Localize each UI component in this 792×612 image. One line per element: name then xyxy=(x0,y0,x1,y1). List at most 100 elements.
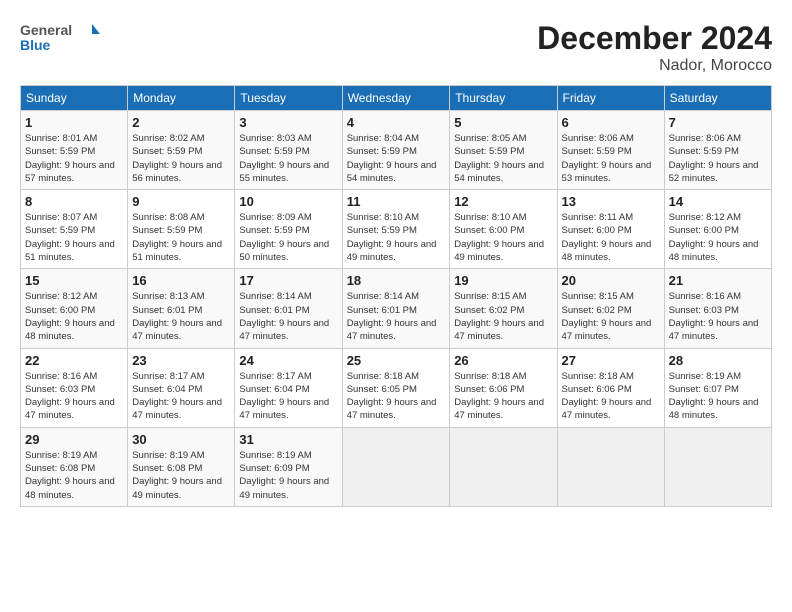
day-number: 15 xyxy=(25,273,123,288)
day-number: 9 xyxy=(132,194,230,209)
day-info: Sunrise: 8:06 AMSunset: 5:59 PMDaylight:… xyxy=(669,132,767,185)
day-number: 11 xyxy=(347,194,446,209)
day-number: 21 xyxy=(669,273,767,288)
day-info: Sunrise: 8:16 AMSunset: 6:03 PMDaylight:… xyxy=(669,290,767,343)
day-number: 22 xyxy=(25,353,123,368)
calendar-cell xyxy=(450,427,557,506)
calendar-cell: 22 Sunrise: 8:16 AMSunset: 6:03 PMDaylig… xyxy=(21,348,128,427)
calendar-cell: 19 Sunrise: 8:15 AMSunset: 6:02 PMDaylig… xyxy=(450,269,557,348)
header: General Blue December 2024 Nador, Morocc… xyxy=(20,20,772,75)
calendar-cell: 3 Sunrise: 8:03 AMSunset: 5:59 PMDayligh… xyxy=(235,111,342,190)
calendar-cell: 5 Sunrise: 8:05 AMSunset: 5:59 PMDayligh… xyxy=(450,111,557,190)
day-info: Sunrise: 8:15 AMSunset: 6:02 PMDaylight:… xyxy=(454,290,552,343)
day-info: Sunrise: 8:06 AMSunset: 5:59 PMDaylight:… xyxy=(562,132,660,185)
day-number: 31 xyxy=(239,432,337,447)
col-tuesday: Tuesday xyxy=(235,86,342,111)
day-info: Sunrise: 8:19 AMSunset: 6:07 PMDaylight:… xyxy=(669,370,767,423)
calendar-cell: 24 Sunrise: 8:17 AMSunset: 6:04 PMDaylig… xyxy=(235,348,342,427)
calendar-cell: 29 Sunrise: 8:19 AMSunset: 6:08 PMDaylig… xyxy=(21,427,128,506)
day-number: 19 xyxy=(454,273,552,288)
day-info: Sunrise: 8:18 AMSunset: 6:06 PMDaylight:… xyxy=(562,370,660,423)
calendar-week-row: 15 Sunrise: 8:12 AMSunset: 6:00 PMDaylig… xyxy=(21,269,772,348)
day-info: Sunrise: 8:14 AMSunset: 6:01 PMDaylight:… xyxy=(347,290,446,343)
day-number: 30 xyxy=(132,432,230,447)
calendar-cell: 16 Sunrise: 8:13 AMSunset: 6:01 PMDaylig… xyxy=(128,269,235,348)
col-thursday: Thursday xyxy=(450,86,557,111)
day-info: Sunrise: 8:10 AMSunset: 5:59 PMDaylight:… xyxy=(347,211,446,264)
logo: General Blue xyxy=(20,20,100,56)
day-info: Sunrise: 8:07 AMSunset: 5:59 PMDaylight:… xyxy=(25,211,123,264)
calendar-cell: 2 Sunrise: 8:02 AMSunset: 5:59 PMDayligh… xyxy=(128,111,235,190)
calendar-header-row: Sunday Monday Tuesday Wednesday Thursday… xyxy=(21,86,772,111)
day-info: Sunrise: 8:04 AMSunset: 5:59 PMDaylight:… xyxy=(347,132,446,185)
day-number: 27 xyxy=(562,353,660,368)
page: General Blue December 2024 Nador, Morocc… xyxy=(0,0,792,612)
calendar-table: Sunday Monday Tuesday Wednesday Thursday… xyxy=(20,85,772,507)
svg-text:Blue: Blue xyxy=(20,37,51,53)
day-number: 20 xyxy=(562,273,660,288)
day-number: 23 xyxy=(132,353,230,368)
col-saturday: Saturday xyxy=(664,86,771,111)
day-number: 17 xyxy=(239,273,337,288)
day-number: 29 xyxy=(25,432,123,447)
day-number: 25 xyxy=(347,353,446,368)
month-title: December 2024 xyxy=(537,20,772,57)
calendar-week-row: 8 Sunrise: 8:07 AMSunset: 5:59 PMDayligh… xyxy=(21,190,772,269)
calendar-cell: 11 Sunrise: 8:10 AMSunset: 5:59 PMDaylig… xyxy=(342,190,450,269)
day-number: 28 xyxy=(669,353,767,368)
calendar-cell: 25 Sunrise: 8:18 AMSunset: 6:05 PMDaylig… xyxy=(342,348,450,427)
calendar-week-row: 29 Sunrise: 8:19 AMSunset: 6:08 PMDaylig… xyxy=(21,427,772,506)
day-info: Sunrise: 8:05 AMSunset: 5:59 PMDaylight:… xyxy=(454,132,552,185)
day-info: Sunrise: 8:10 AMSunset: 6:00 PMDaylight:… xyxy=(454,211,552,264)
day-number: 8 xyxy=(25,194,123,209)
day-number: 1 xyxy=(25,115,123,130)
day-info: Sunrise: 8:14 AMSunset: 6:01 PMDaylight:… xyxy=(239,290,337,343)
calendar-cell xyxy=(342,427,450,506)
calendar-week-row: 22 Sunrise: 8:16 AMSunset: 6:03 PMDaylig… xyxy=(21,348,772,427)
calendar-cell: 30 Sunrise: 8:19 AMSunset: 6:08 PMDaylig… xyxy=(128,427,235,506)
day-info: Sunrise: 8:09 AMSunset: 5:59 PMDaylight:… xyxy=(239,211,337,264)
svg-text:General: General xyxy=(20,22,72,38)
calendar-cell: 27 Sunrise: 8:18 AMSunset: 6:06 PMDaylig… xyxy=(557,348,664,427)
calendar-cell: 20 Sunrise: 8:15 AMSunset: 6:02 PMDaylig… xyxy=(557,269,664,348)
calendar-cell: 7 Sunrise: 8:06 AMSunset: 5:59 PMDayligh… xyxy=(664,111,771,190)
title-block: December 2024 Nador, Morocco xyxy=(537,20,772,75)
logo-svg: General Blue xyxy=(20,20,100,56)
col-monday: Monday xyxy=(128,86,235,111)
calendar-cell: 12 Sunrise: 8:10 AMSunset: 6:00 PMDaylig… xyxy=(450,190,557,269)
day-info: Sunrise: 8:16 AMSunset: 6:03 PMDaylight:… xyxy=(25,370,123,423)
calendar-cell: 1 Sunrise: 8:01 AMSunset: 5:59 PMDayligh… xyxy=(21,111,128,190)
day-info: Sunrise: 8:02 AMSunset: 5:59 PMDaylight:… xyxy=(132,132,230,185)
location: Nador, Morocco xyxy=(537,57,772,75)
calendar-cell xyxy=(557,427,664,506)
day-number: 7 xyxy=(669,115,767,130)
day-info: Sunrise: 8:15 AMSunset: 6:02 PMDaylight:… xyxy=(562,290,660,343)
day-info: Sunrise: 8:19 AMSunset: 6:08 PMDaylight:… xyxy=(25,449,123,502)
day-number: 16 xyxy=(132,273,230,288)
calendar-cell: 15 Sunrise: 8:12 AMSunset: 6:00 PMDaylig… xyxy=(21,269,128,348)
day-info: Sunrise: 8:17 AMSunset: 6:04 PMDaylight:… xyxy=(132,370,230,423)
day-number: 18 xyxy=(347,273,446,288)
calendar-cell: 26 Sunrise: 8:18 AMSunset: 6:06 PMDaylig… xyxy=(450,348,557,427)
col-wednesday: Wednesday xyxy=(342,86,450,111)
calendar-cell: 9 Sunrise: 8:08 AMSunset: 5:59 PMDayligh… xyxy=(128,190,235,269)
day-info: Sunrise: 8:11 AMSunset: 6:00 PMDaylight:… xyxy=(562,211,660,264)
day-number: 13 xyxy=(562,194,660,209)
calendar-cell: 14 Sunrise: 8:12 AMSunset: 6:00 PMDaylig… xyxy=(664,190,771,269)
day-number: 2 xyxy=(132,115,230,130)
day-info: Sunrise: 8:18 AMSunset: 6:05 PMDaylight:… xyxy=(347,370,446,423)
day-info: Sunrise: 8:18 AMSunset: 6:06 PMDaylight:… xyxy=(454,370,552,423)
calendar-cell: 17 Sunrise: 8:14 AMSunset: 6:01 PMDaylig… xyxy=(235,269,342,348)
calendar-cell: 31 Sunrise: 8:19 AMSunset: 6:09 PMDaylig… xyxy=(235,427,342,506)
calendar-cell: 21 Sunrise: 8:16 AMSunset: 6:03 PMDaylig… xyxy=(664,269,771,348)
day-number: 14 xyxy=(669,194,767,209)
day-info: Sunrise: 8:08 AMSunset: 5:59 PMDaylight:… xyxy=(132,211,230,264)
day-info: Sunrise: 8:03 AMSunset: 5:59 PMDaylight:… xyxy=(239,132,337,185)
day-number: 26 xyxy=(454,353,552,368)
calendar-cell: 18 Sunrise: 8:14 AMSunset: 6:01 PMDaylig… xyxy=(342,269,450,348)
day-info: Sunrise: 8:12 AMSunset: 6:00 PMDaylight:… xyxy=(25,290,123,343)
day-number: 10 xyxy=(239,194,337,209)
day-number: 6 xyxy=(562,115,660,130)
calendar-cell: 23 Sunrise: 8:17 AMSunset: 6:04 PMDaylig… xyxy=(128,348,235,427)
col-friday: Friday xyxy=(557,86,664,111)
